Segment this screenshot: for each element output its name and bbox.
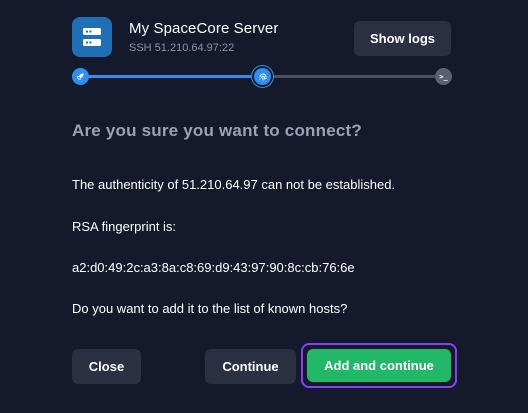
server-name: My SpaceCore Server [129, 20, 279, 37]
close-button[interactable]: Close [72, 349, 141, 384]
continue-button[interactable]: Continue [205, 349, 296, 384]
add-and-continue-button[interactable]: Add and continue [307, 349, 451, 382]
rocket-icon [72, 68, 89, 85]
authenticity-text: The authenticity of 51.210.64.97 can not… [72, 177, 396, 192]
fingerprint-value: a2:d0:49:2c:a3:8a:c8:69:d9:43:97:90:8c:c… [72, 260, 355, 275]
dialog-title: Are you sure you want to connect? [72, 121, 362, 140]
fingerprint-icon [254, 68, 271, 85]
fingerprint-label: RSA fingerprint is: [72, 219, 177, 234]
show-logs-button[interactable]: Show logs [354, 21, 451, 56]
server-connection-info: SSH 51.210.64.97:22 [129, 42, 235, 54]
terminal-icon: >_ [435, 68, 452, 85]
progress-track-pending [262, 75, 443, 78]
progress-track-complete [80, 75, 262, 78]
known-hosts-question: Do you want to add it to the list of kno… [72, 301, 348, 316]
server-icon [72, 17, 112, 57]
